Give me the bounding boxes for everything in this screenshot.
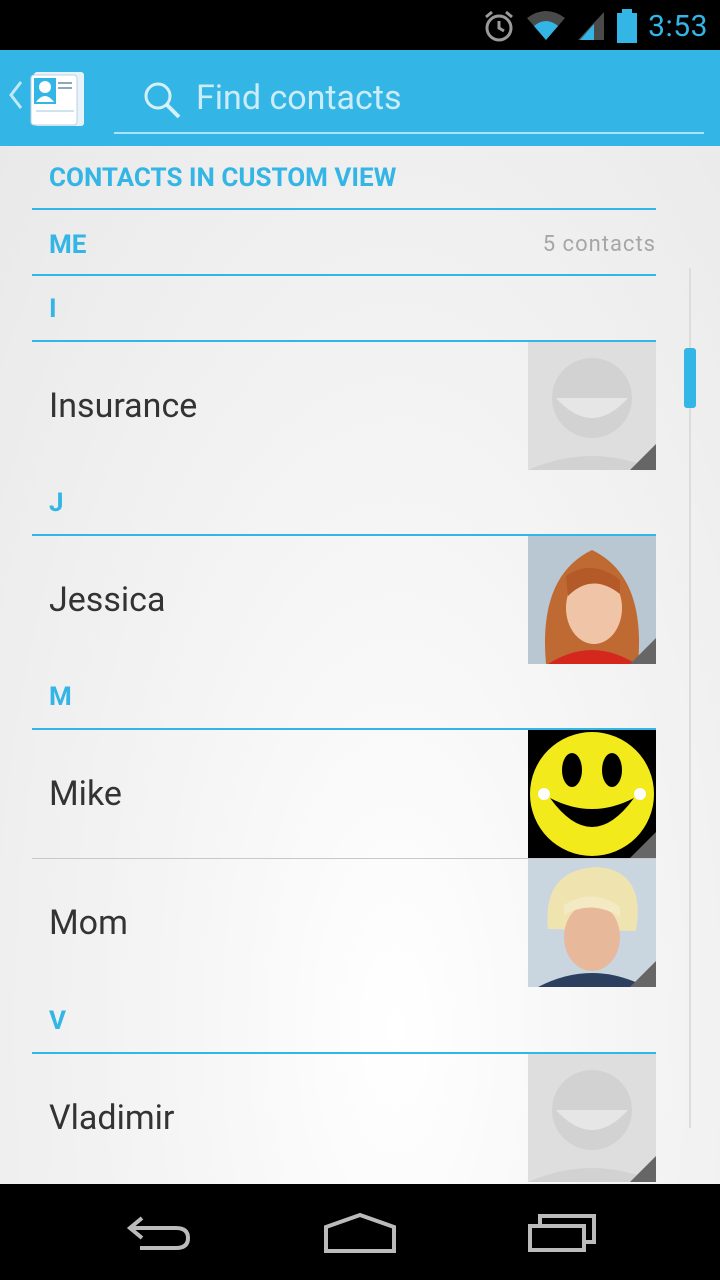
scrollbar-thumb[interactable] bbox=[684, 348, 696, 408]
quick-contact-badge bbox=[630, 961, 656, 987]
contact-row-vladimir[interactable]: Vladimir bbox=[32, 1054, 656, 1182]
home-button[interactable] bbox=[315, 1204, 405, 1260]
navigation-bar bbox=[0, 1184, 720, 1280]
contact-name: Mike bbox=[49, 774, 122, 814]
contact-row-mike[interactable]: Mike bbox=[32, 730, 656, 859]
section-letter: J bbox=[49, 488, 64, 518]
me-label: ME bbox=[49, 230, 87, 260]
action-bar: Find contacts bbox=[0, 50, 720, 146]
contact-row-insurance[interactable]: Insurance bbox=[32, 342, 656, 470]
alarm-icon bbox=[485, 10, 514, 42]
photo-avatar[interactable] bbox=[528, 859, 656, 987]
home-icon bbox=[324, 1212, 396, 1253]
section-letter: I bbox=[49, 294, 57, 324]
recents-button[interactable] bbox=[517, 1204, 607, 1260]
contacts-count: 5 contacts bbox=[542, 232, 656, 257]
signal-icon bbox=[578, 12, 605, 40]
back-button[interactable] bbox=[114, 1204, 204, 1260]
contacts-app-icon[interactable] bbox=[28, 70, 86, 128]
contact-row-mom[interactable]: Mom bbox=[32, 859, 656, 987]
default-avatar[interactable] bbox=[528, 342, 656, 470]
contact-row-jessica[interactable]: Jessica bbox=[32, 536, 656, 664]
contact-name: Insurance bbox=[49, 386, 198, 426]
contact-name: Vladimir bbox=[49, 1098, 175, 1138]
me-row[interactable]: ME 5 contacts bbox=[32, 210, 656, 276]
photo-avatar[interactable] bbox=[528, 536, 656, 664]
battery-icon bbox=[617, 9, 638, 43]
wifi-icon bbox=[527, 11, 566, 40]
smiley-avatar[interactable] bbox=[528, 730, 656, 858]
section-header-v: V bbox=[32, 988, 656, 1054]
back-icon bbox=[126, 1216, 191, 1250]
quick-contact-badge bbox=[630, 1156, 656, 1182]
quick-contact-badge bbox=[630, 638, 656, 664]
section-letter: M bbox=[49, 682, 72, 712]
section-letter: V bbox=[49, 1006, 66, 1036]
list-header: CONTACTS IN CUSTOM VIEW bbox=[32, 146, 656, 210]
section-header-i: I bbox=[32, 276, 656, 342]
status-icons: 3:53 bbox=[482, 6, 708, 46]
up-chevron-icon[interactable] bbox=[8, 80, 24, 110]
default-avatar[interactable] bbox=[528, 1054, 656, 1182]
recents-icon bbox=[528, 1214, 596, 1252]
quick-contact-badge bbox=[630, 444, 656, 470]
search-placeholder: Find contacts bbox=[196, 78, 402, 118]
quick-contact-badge bbox=[630, 832, 656, 858]
status-bar: 3:53 bbox=[0, 0, 720, 50]
search-field[interactable]: Find contacts bbox=[114, 68, 704, 134]
contacts-list[interactable]: CONTACTS IN CUSTOM VIEW ME 5 contacts I … bbox=[0, 146, 720, 1184]
contact-name: Mom bbox=[49, 903, 128, 943]
search-icon bbox=[144, 82, 181, 119]
section-header-j: J bbox=[32, 470, 656, 536]
section-header-m: M bbox=[32, 664, 656, 730]
contact-name: Jessica bbox=[49, 580, 166, 620]
list-header-label: CONTACTS IN CUSTOM VIEW bbox=[49, 163, 397, 193]
status-time: 3:53 bbox=[648, 8, 708, 44]
